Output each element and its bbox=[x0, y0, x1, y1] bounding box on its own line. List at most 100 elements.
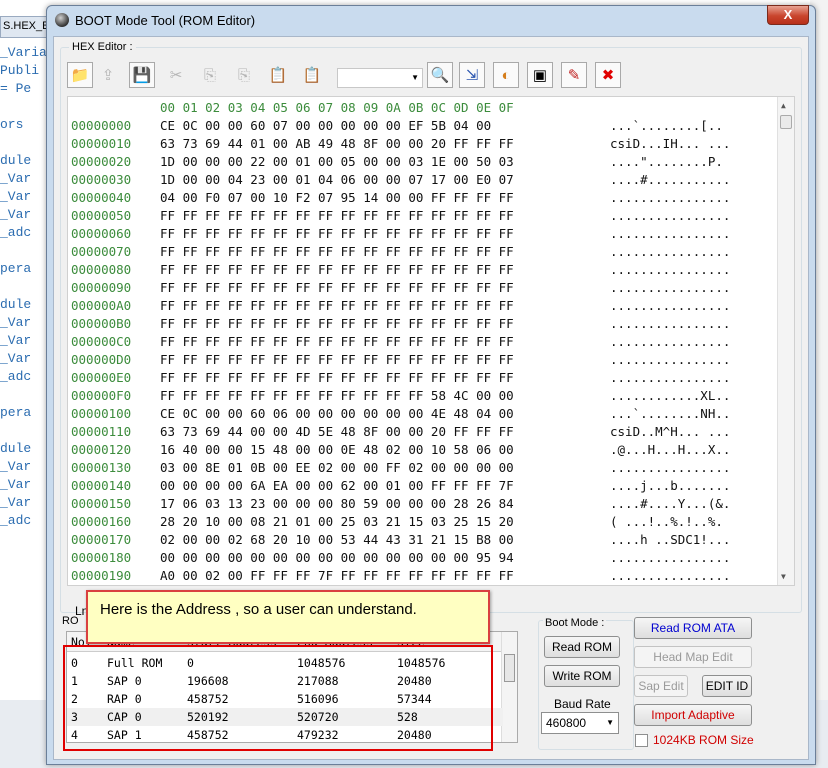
hex-ascii[interactable]: ................ bbox=[610, 370, 730, 385]
hex-bytes[interactable]: 63 73 69 44 01 00 AB 49 48 8F 00 00 20 F… bbox=[160, 136, 514, 151]
read-rom-button[interactable]: Read ROM bbox=[544, 636, 620, 658]
hex-row[interactable]: 000000F0 FF FF FF FF FF FF FF FF FF FF FF… bbox=[68, 388, 768, 406]
hex-bytes[interactable]: FF FF FF FF FF FF FF FF FF FF FF FF FF F… bbox=[160, 208, 514, 223]
hex-row[interactable]: 00000040 04 00 F0 07 00 10 F2 07 95 14 00… bbox=[68, 190, 768, 208]
hex-bytes[interactable]: A0 00 02 00 FF FF FF 7F FF FF FF FF FF F… bbox=[160, 568, 514, 583]
hex-bytes[interactable]: CE 0C 00 00 60 06 00 00 00 00 00 00 4E 4… bbox=[160, 406, 514, 421]
hex-ascii[interactable]: ................ bbox=[610, 280, 730, 295]
scroll-thumb[interactable] bbox=[780, 115, 792, 129]
hex-address[interactable]: 000000D0 bbox=[71, 352, 131, 367]
title-bar[interactable]: BOOT Mode Tool (ROM Editor) X bbox=[47, 5, 815, 36]
hex-address[interactable]: 000000C0 bbox=[71, 334, 131, 349]
hex-row[interactable]: 00000170 02 00 00 02 68 20 10 00 53 44 43… bbox=[68, 532, 768, 550]
hex-address[interactable]: 00000190 bbox=[71, 568, 131, 583]
hex-ascii[interactable]: .@...H...H...X.. bbox=[610, 442, 730, 457]
hex-address[interactable]: 00000150 bbox=[71, 496, 131, 511]
hex-ascii[interactable]: ...."........P. bbox=[610, 154, 723, 169]
hex-address[interactable]: 00000050 bbox=[71, 208, 131, 223]
hex-address[interactable]: 00000140 bbox=[71, 478, 131, 493]
hex-address[interactable]: 00000040 bbox=[71, 190, 131, 205]
hex-row[interactable]: 00000100 CE 0C 00 00 60 06 00 00 00 00 00… bbox=[68, 406, 768, 424]
copy-icon[interactable]: ⎘ bbox=[197, 62, 223, 88]
baud-rate-select[interactable]: 460800 ▼ bbox=[541, 712, 619, 734]
hex-address[interactable]: 00000110 bbox=[71, 424, 131, 439]
rom-1024kb-checkbox[interactable] bbox=[635, 734, 648, 747]
rom-table-scrollbar[interactable] bbox=[501, 632, 517, 742]
save-icon[interactable]: 💾 bbox=[129, 62, 155, 88]
hex-address[interactable]: 00000170 bbox=[71, 532, 131, 547]
hex-row[interactable]: 000000D0 FF FF FF FF FF FF FF FF FF FF FF… bbox=[68, 352, 768, 370]
hex-ascii[interactable]: ...`........[.. bbox=[610, 118, 723, 133]
hex-bytes[interactable]: FF FF FF FF FF FF FF FF FF FF FF FF FF F… bbox=[160, 298, 514, 313]
hex-ascii[interactable]: ................ bbox=[610, 190, 730, 205]
hex-ascii[interactable]: ............XL.. bbox=[610, 388, 730, 403]
hex-address[interactable]: 00000010 bbox=[71, 136, 131, 151]
hex-view[interactable]: 00 01 02 03 04 05 06 07 08 09 0A 0B 0C 0… bbox=[67, 96, 795, 586]
hex-address[interactable]: 000000B0 bbox=[71, 316, 131, 331]
write-rom-button[interactable]: Write ROM bbox=[544, 665, 620, 687]
hex-ascii[interactable]: ................ bbox=[610, 460, 730, 475]
head-map-edit-button[interactable]: Head Map Edit bbox=[634, 646, 752, 668]
hex-ascii[interactable]: ................ bbox=[610, 550, 730, 565]
hex-bytes[interactable]: 02 00 00 02 68 20 10 00 53 44 43 31 21 1… bbox=[160, 532, 514, 547]
hex-address[interactable]: 00000180 bbox=[71, 550, 131, 565]
copy-hex-icon[interactable]: ⎘ bbox=[231, 62, 257, 88]
background-tab[interactable]: S.HEX_Ed bbox=[0, 16, 52, 38]
hex-ascii[interactable]: ................ bbox=[610, 352, 730, 367]
hex-ascii[interactable]: ................ bbox=[610, 568, 730, 583]
hex-address[interactable]: 00000080 bbox=[71, 262, 131, 277]
hex-bytes[interactable]: 28 20 10 00 08 21 01 00 25 03 21 15 03 2… bbox=[160, 514, 514, 529]
hex-bytes[interactable]: 1D 00 00 00 22 00 01 00 05 00 00 03 1E 0… bbox=[160, 154, 514, 169]
hex-row[interactable]: 00000180 00 00 00 00 00 00 00 00 00 00 00… bbox=[68, 550, 768, 568]
hex-address[interactable]: 000000A0 bbox=[71, 298, 131, 313]
hex-address[interactable]: 00000060 bbox=[71, 226, 131, 241]
hex-bytes[interactable]: 00 00 00 00 00 00 00 00 00 00 00 00 00 0… bbox=[160, 550, 514, 565]
hex-bytes[interactable]: FF FF FF FF FF FF FF FF FF FF FF FF FF F… bbox=[160, 226, 514, 241]
hex-bytes[interactable]: 63 73 69 44 00 00 4D 5E 48 8F 00 00 20 F… bbox=[160, 424, 514, 439]
hex-bytes[interactable]: FF FF FF FF FF FF FF FF FF FF FF FF FF F… bbox=[160, 370, 514, 385]
import-icon[interactable]: ⇪ bbox=[95, 62, 121, 88]
hex-ascii[interactable]: ................ bbox=[610, 316, 730, 331]
hex-ascii[interactable]: csiD...IH... ... bbox=[610, 136, 730, 151]
hex-row[interactable]: 00000120 16 40 00 00 15 48 00 00 0E 48 02… bbox=[68, 442, 768, 460]
hex-address[interactable]: 00000020 bbox=[71, 154, 131, 169]
hex-bytes[interactable]: FF FF FF FF FF FF FF FF FF FF FF FF FF F… bbox=[160, 316, 514, 331]
edit-id-button[interactable]: EDIT ID bbox=[702, 675, 752, 697]
hex-address[interactable]: 00000030 bbox=[71, 172, 131, 187]
hex-row[interactable]: 00000000 CE 0C 00 00 60 07 00 00 00 00 00… bbox=[68, 118, 768, 136]
close-file-icon[interactable]: ✖ bbox=[595, 62, 621, 88]
scroll-up-icon[interactable]: ▲ bbox=[781, 101, 786, 110]
hex-row[interactable]: 000000E0 FF FF FF FF FF FF FF FF FF FF FF… bbox=[68, 370, 768, 388]
hex-ascii[interactable]: ................ bbox=[610, 334, 730, 349]
hex-address[interactable]: 000000E0 bbox=[71, 370, 131, 385]
paste-special-icon[interactable]: 📋 bbox=[299, 62, 325, 88]
hex-row[interactable]: 00000140 00 00 00 00 6A EA 00 00 62 00 01… bbox=[68, 478, 768, 496]
hex-row[interactable]: 00000160 28 20 10 00 08 21 01 00 25 03 21… bbox=[68, 514, 768, 532]
open-folder-icon[interactable]: 📁 bbox=[67, 62, 93, 88]
hex-address[interactable]: 00000160 bbox=[71, 514, 131, 529]
hex-bytes[interactable]: FF FF FF FF FF FF FF FF FF FF FF FF FF F… bbox=[160, 352, 514, 367]
hex-address[interactable]: 00000130 bbox=[71, 460, 131, 475]
hex-ascii[interactable]: ................ bbox=[610, 226, 730, 241]
hex-bytes[interactable]: FF FF FF FF FF FF FF FF FF FF FF FF FF F… bbox=[160, 334, 514, 349]
goto-icon[interactable]: ⇲ bbox=[459, 62, 485, 88]
hex-row[interactable]: 00000020 1D 00 00 00 22 00 01 00 05 00 00… bbox=[68, 154, 768, 172]
hex-row[interactable]: 00000150 17 06 03 13 23 00 00 00 80 59 00… bbox=[68, 496, 768, 514]
hex-row[interactable]: 00000070 FF FF FF FF FF FF FF FF FF FF FF… bbox=[68, 244, 768, 262]
hex-scrollbar[interactable]: ▲ ▼ bbox=[777, 97, 794, 585]
hex-bytes[interactable]: 17 06 03 13 23 00 00 00 80 59 00 00 00 2… bbox=[160, 496, 514, 511]
sap-edit-button[interactable]: Sap Edit bbox=[634, 675, 688, 697]
hex-address[interactable]: 00000100 bbox=[71, 406, 131, 421]
hex-bytes[interactable]: FF FF FF FF FF FF FF FF FF FF FF FF 58 4… bbox=[160, 388, 514, 403]
hex-row[interactable]: 00000130 03 00 8E 01 0B 00 EE 02 00 00 FF… bbox=[68, 460, 768, 478]
hex-ascii[interactable]: ................ bbox=[610, 298, 730, 313]
select-region-icon[interactable]: ▣ bbox=[527, 62, 553, 88]
hex-ascii[interactable]: csiD..M^H... ... bbox=[610, 424, 730, 439]
scroll-down-icon[interactable]: ▼ bbox=[781, 572, 786, 581]
read-rom-ata-button[interactable]: Read ROM ATA bbox=[634, 617, 752, 639]
import-adaptive-button[interactable]: Import Adaptive bbox=[634, 704, 752, 726]
hex-bytes[interactable]: 00 00 00 00 6A EA 00 00 62 00 01 00 FF F… bbox=[160, 478, 514, 493]
hex-row[interactable]: 00000010 63 73 69 44 01 00 AB 49 48 8F 00… bbox=[68, 136, 768, 154]
hex-address[interactable]: 000000F0 bbox=[71, 388, 131, 403]
hex-address[interactable]: 00000090 bbox=[71, 280, 131, 295]
